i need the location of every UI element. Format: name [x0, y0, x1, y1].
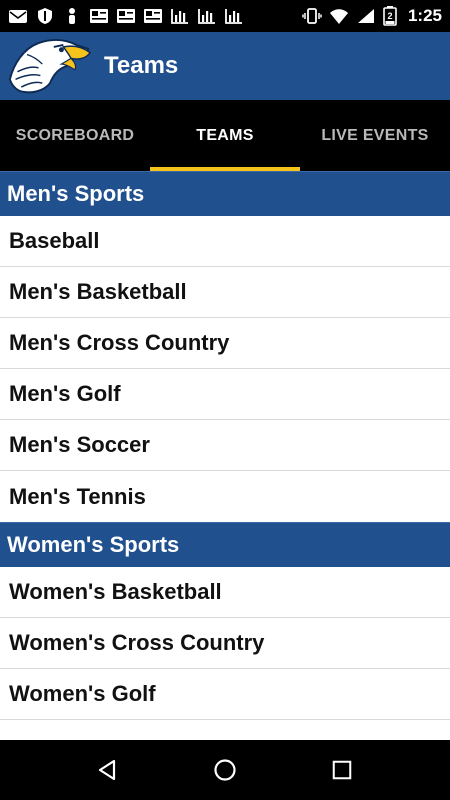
news-icon [143, 7, 163, 25]
chart-icon [224, 7, 244, 25]
back-icon[interactable] [84, 746, 132, 794]
list-item[interactable]: Women's Basketball [0, 567, 450, 618]
vibrate-icon [302, 7, 322, 25]
battery-icon: 2 [383, 6, 397, 26]
list-item[interactable]: Women's Cross Country [0, 618, 450, 669]
list-item[interactable]: Men's Cross Country [0, 318, 450, 369]
mail-icon [8, 7, 28, 25]
signal-icon [356, 7, 376, 25]
list-item[interactable]: Men's Basketball [0, 267, 450, 318]
section-header-mens-sports: Men's Sports [0, 171, 450, 216]
list-item[interactable]: Women's Golf [0, 669, 450, 720]
home-icon[interactable] [201, 746, 249, 794]
teams-list[interactable]: Men's Sports Baseball Men's Basketball M… [0, 171, 450, 740]
person-icon [62, 7, 82, 25]
page-title: Teams [104, 52, 179, 79]
news-icon [89, 7, 109, 25]
navigation-bar [0, 740, 450, 800]
list-item[interactable]: Men's Golf [0, 369, 450, 420]
shield-icon [35, 7, 55, 25]
recents-icon[interactable] [318, 746, 366, 794]
notification-icons [8, 7, 244, 25]
wifi-icon [329, 7, 349, 25]
tab-bar: SCOREBOARD TEAMS LIVE EVENTS [0, 100, 450, 171]
tab-live-events[interactable]: LIVE EVENTS [300, 100, 450, 171]
section-header-womens-sports: Women's Sports [0, 522, 450, 567]
system-icons: 2 1:25 [302, 6, 442, 26]
list-item[interactable]: Men's Soccer [0, 420, 450, 471]
app-bar: Teams [0, 32, 450, 100]
status-bar: 2 1:25 [0, 0, 450, 32]
list-item[interactable]: Baseball [0, 216, 450, 267]
list-item[interactable]: Men's Tennis [0, 471, 450, 522]
tab-scoreboard[interactable]: SCOREBOARD [0, 100, 150, 171]
news-icon [116, 7, 136, 25]
eagle-logo[interactable] [6, 34, 96, 98]
chart-icon [197, 7, 217, 25]
battery-level: 2 [387, 11, 392, 21]
tab-teams[interactable]: TEAMS [150, 100, 300, 171]
status-time: 1:25 [407, 6, 442, 25]
chart-icon [170, 7, 190, 25]
